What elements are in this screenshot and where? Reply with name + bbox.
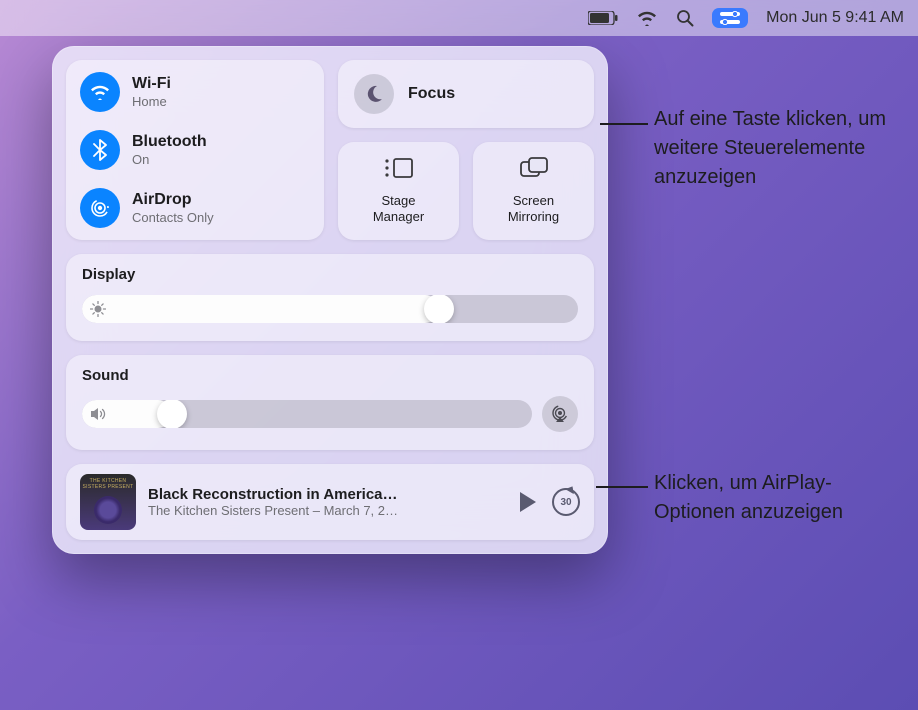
screen-mirroring-icon [519, 156, 549, 185]
stage-manager-icon [384, 156, 414, 185]
callout-text-1: Auf eine Taste klicken, um weitere Steue… [654, 105, 904, 192]
sound-slider-knob[interactable] [157, 400, 187, 428]
callout-line [596, 486, 648, 488]
battery-icon[interactable] [588, 11, 618, 25]
wifi-toggle[interactable]: Wi-Fi Home [80, 72, 310, 112]
media-subtitle: The Kitchen Sisters Present – March 7, 2… [148, 503, 506, 518]
sound-slider[interactable] [82, 400, 532, 428]
bluetooth-toggle[interactable]: Bluetooth On [80, 130, 310, 170]
display-slider[interactable] [82, 295, 578, 323]
play-icon [518, 491, 538, 513]
stage-manager-label: Stage Manager [373, 193, 424, 224]
moon-icon [354, 74, 394, 114]
display-slider-knob[interactable] [424, 295, 454, 323]
sound-title: Sound [82, 367, 578, 384]
airplay-audio-button[interactable] [542, 396, 578, 432]
wifi-subtitle: Home [132, 94, 171, 110]
connectivity-card: Wi-Fi Home Bluetooth On AirDrop [66, 60, 324, 240]
menu-bar: Mon Jun 5 9:41 AM [0, 0, 918, 36]
bluetooth-title: Bluetooth [132, 132, 207, 152]
menubar-clock[interactable]: Mon Jun 5 9:41 AM [766, 9, 904, 27]
airdrop-toggle[interactable]: AirDrop Contacts Only [80, 188, 310, 228]
play-button[interactable] [518, 491, 538, 513]
bluetooth-subtitle: On [132, 152, 207, 168]
brightness-icon [90, 301, 106, 317]
control-center-panel: Wi-Fi Home Bluetooth On AirDrop [52, 46, 608, 554]
screen-mirroring-button[interactable]: Screen Mirroring [473, 142, 594, 240]
bluetooth-icon [80, 130, 120, 170]
airdrop-icon [80, 188, 120, 228]
airplay-icon [550, 404, 570, 424]
control-center-menubar-icon[interactable] [712, 8, 748, 28]
airdrop-subtitle: Contacts Only [132, 210, 214, 226]
wifi-title: Wi-Fi [132, 74, 171, 94]
display-card: Display [66, 254, 594, 341]
callout-line [600, 123, 648, 125]
media-title: Black Reconstruction in America… [148, 486, 506, 503]
focus-label: Focus [408, 85, 455, 103]
focus-button[interactable]: Focus [338, 60, 594, 128]
callout-text-2: Klicken, um AirPlay-Optionen anzuzeigen [654, 469, 904, 527]
wifi-icon [80, 72, 120, 112]
speaker-icon [90, 407, 108, 421]
skip-forward-30-button[interactable]: 30 [552, 488, 580, 516]
screen-mirroring-label: Screen Mirroring [508, 193, 559, 224]
skip-30-label: 30 [560, 497, 571, 508]
now-playing-card[interactable]: Black Reconstruction in America… The Kit… [66, 464, 594, 540]
display-title: Display [82, 266, 578, 283]
stage-manager-button[interactable]: Stage Manager [338, 142, 459, 240]
album-art [80, 474, 136, 530]
sound-card: Sound [66, 355, 594, 450]
wifi-menubar-icon[interactable] [636, 10, 658, 26]
spotlight-icon[interactable] [676, 9, 694, 27]
airdrop-title: AirDrop [132, 190, 214, 210]
